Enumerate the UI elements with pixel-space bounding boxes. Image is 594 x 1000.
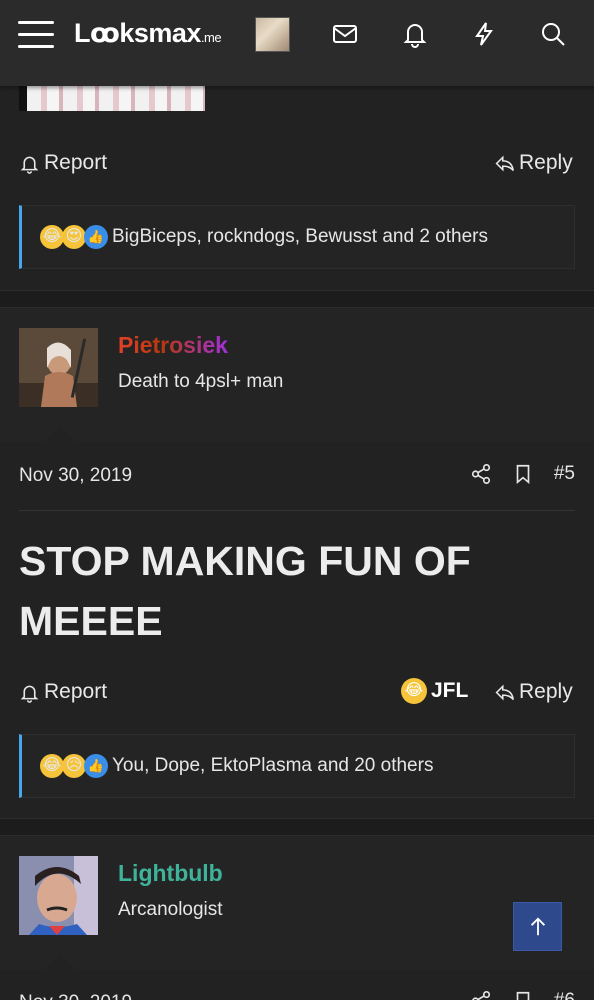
reply-button[interactable]: Reply xyxy=(494,680,573,704)
bookmark-icon[interactable] xyxy=(512,463,534,485)
bell-icon xyxy=(20,156,39,174)
bell-icon xyxy=(20,685,39,703)
user-info-block: Lightbulb Arcanologist xyxy=(0,836,594,970)
lightning-icon[interactable] xyxy=(470,20,498,48)
share-icon[interactable] xyxy=(470,990,492,1000)
post-actions-bar: Report 😂 JFL Reply xyxy=(0,672,594,712)
user-info-block: Pietrosiek Death to 4psl+ man xyxy=(0,308,594,442)
reactions-text[interactable]: BigBiceps, rockndogs, Bewusst and 2 othe… xyxy=(112,226,488,248)
reactions-bar[interactable]: 😂 😍 👍 BigBiceps, rockndogs, Bewusst and … xyxy=(19,205,575,269)
post-number[interactable]: #6 xyxy=(554,990,575,1000)
post-image-fragment[interactable] xyxy=(19,86,205,111)
mail-icon[interactable] xyxy=(331,20,359,48)
post-separator xyxy=(0,290,594,308)
menu-icon[interactable] xyxy=(18,21,54,49)
user-title: Death to 4psl+ man xyxy=(118,371,284,392)
site-logo[interactable]: Lꝏksmax.me xyxy=(74,18,222,49)
post-date[interactable]: Nov 30, 2019 xyxy=(19,465,132,487)
reply-icon xyxy=(495,154,515,172)
reply-icon xyxy=(495,683,515,701)
post-separator xyxy=(0,818,594,836)
user-avatar[interactable] xyxy=(19,328,98,407)
reactions-text[interactable]: You, Dope, EktoPlasma and 20 others xyxy=(112,755,433,777)
user-avatar-small[interactable] xyxy=(255,17,290,52)
report-label: Report xyxy=(44,680,108,703)
sad-reaction-icon: 😥 xyxy=(62,754,86,778)
laugh-reaction-icon: 😂 xyxy=(40,754,64,778)
heart-eyes-reaction-icon: 😍 xyxy=(62,225,86,249)
report-button[interactable]: Report xyxy=(19,680,107,704)
laugh-emoji-icon: 😂 xyxy=(401,678,427,704)
reactions-bar[interactable]: 😂 😥 👍 You, Dope, EktoPlasma and 20 other… xyxy=(19,734,575,798)
bell-icon[interactable] xyxy=(401,20,429,48)
top-navbar: Lꝏksmax.me xyxy=(0,0,594,86)
user-pointer-arrow xyxy=(44,954,76,970)
search-icon[interactable] xyxy=(539,20,567,48)
post-number[interactable]: #5 xyxy=(554,463,575,485)
like-reaction-icon: 👍 xyxy=(84,225,108,249)
reply-button[interactable]: Reply xyxy=(494,151,573,175)
jfl-react-button[interactable]: 😂 JFL xyxy=(401,678,468,704)
post-date[interactable]: Nov 30, 2019 xyxy=(19,992,132,1000)
user-pointer-arrow xyxy=(44,426,76,442)
report-button[interactable]: Report xyxy=(19,151,107,175)
post-meta-icons: #6 xyxy=(470,990,575,1000)
laugh-reaction-icon: 😂 xyxy=(40,225,64,249)
post-body-text: STOP MAKING FUN OF MEEEE xyxy=(19,538,471,644)
reaction-emojis: 😂 😍 👍 xyxy=(40,225,108,249)
like-reaction-icon: 👍 xyxy=(84,754,108,778)
back-to-top-button[interactable] xyxy=(513,902,562,951)
jfl-label: JFL xyxy=(431,679,469,702)
reaction-emojis: 😂 😥 👍 xyxy=(40,754,108,778)
username[interactable]: Lightbulb xyxy=(118,860,223,887)
divider xyxy=(19,510,575,511)
username[interactable]: Pietrosiek xyxy=(118,332,228,359)
user-avatar[interactable] xyxy=(19,856,98,935)
user-title: Arcanologist xyxy=(118,899,223,920)
arrow-up-icon xyxy=(530,916,545,935)
share-icon[interactable] xyxy=(470,463,492,485)
report-label: Report xyxy=(44,151,108,174)
reply-label: Reply xyxy=(519,680,573,703)
bookmark-icon[interactable] xyxy=(512,990,534,1000)
reply-label: Reply xyxy=(519,151,573,174)
post-actions-bar: Report Reply xyxy=(0,143,594,183)
post-meta-icons: #5 xyxy=(470,463,575,485)
